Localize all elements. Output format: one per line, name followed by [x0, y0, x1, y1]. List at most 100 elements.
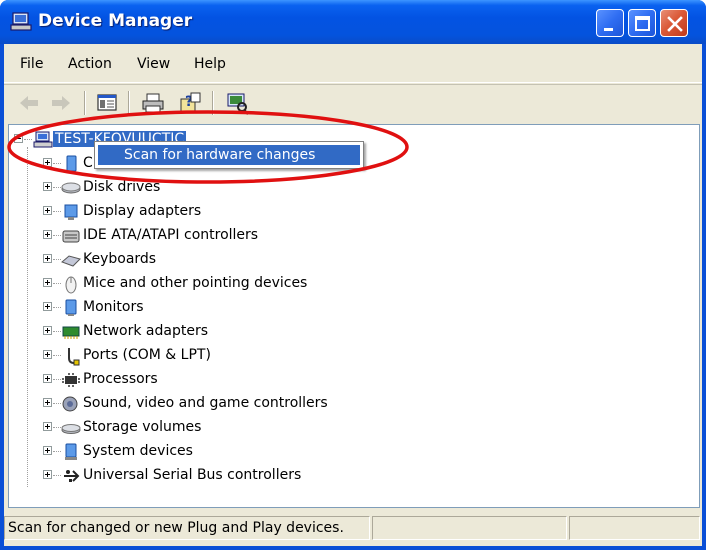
- menu-file[interactable]: File: [20, 56, 43, 72]
- tree-connector: [53, 307, 61, 309]
- expand-toggle[interactable]: [43, 206, 52, 215]
- tree-node-label: Network adapters: [83, 323, 208, 339]
- expand-toggle[interactable]: [43, 182, 52, 191]
- menu-view[interactable]: View: [137, 56, 170, 72]
- expand-toggle[interactable]: [43, 302, 52, 311]
- tree-connector: [53, 235, 61, 237]
- tree-node-label: Keyboards: [83, 251, 157, 267]
- toolbar-separator: [128, 91, 130, 115]
- expand-toggle[interactable]: [43, 326, 52, 335]
- tree-node-label: Universal Serial Bus controllers: [83, 467, 302, 483]
- title-bar[interactable]: Device Manager: [0, 0, 706, 44]
- toolbar: ?: [4, 84, 702, 121]
- tree-connector: [53, 187, 61, 189]
- system-device-icon: [65, 443, 77, 460]
- ide-controller-icon: [62, 230, 80, 243]
- keyboard-icon: [61, 255, 81, 267]
- close-icon: [667, 16, 683, 32]
- window-client-area: File Action View Help ? TEST-KFQVUUCTIC …: [4, 44, 702, 546]
- tree-connector: [53, 211, 61, 213]
- expand-toggle[interactable]: [43, 158, 52, 167]
- tree-connector: [53, 283, 61, 285]
- tree-connector: [53, 163, 61, 165]
- device-manager-window: Device Manager File Action View Help ? T…: [0, 0, 706, 550]
- forward-arrow-icon[interactable]: [48, 91, 74, 115]
- tree-node[interactable]: Sound, video and game controllers: [33, 393, 393, 415]
- port-icon: [68, 348, 80, 366]
- tree-node-label: Display adapters: [83, 203, 202, 219]
- menu-bar: File Action View Help: [4, 44, 702, 83]
- window-title: Device Manager: [38, 11, 193, 31]
- tree-node[interactable]: Monitors: [33, 297, 393, 319]
- expand-toggle[interactable]: [43, 374, 52, 383]
- close-button[interactable]: [660, 9, 688, 37]
- menu-help[interactable]: Help: [194, 56, 226, 72]
- computer-category-icon: [66, 155, 77, 172]
- display-adapter-icon: [64, 204, 78, 220]
- tree-connector: [53, 403, 61, 405]
- expand-toggle[interactable]: [43, 422, 52, 431]
- collapse-toggle[interactable]: [14, 134, 23, 143]
- tree-node[interactable]: Universal Serial Bus controllers: [33, 465, 393, 487]
- tree-connector: [53, 259, 61, 261]
- menu-action[interactable]: Action: [68, 56, 112, 72]
- status-bar: Scan for changed or new Plug and Play de…: [4, 512, 702, 542]
- tree-node[interactable]: System devices: [33, 441, 393, 463]
- tree-node[interactable]: Display adapters: [33, 201, 393, 223]
- status-text: Scan for changed or new Plug and Play de…: [4, 516, 370, 540]
- tree-node-label: System devices: [83, 443, 193, 459]
- disk-drive-icon: [61, 182, 81, 194]
- tree-node-label: C: [83, 155, 93, 171]
- tree-node-label: Ports (COM & LPT): [83, 347, 211, 363]
- sound-icon: [62, 396, 78, 412]
- tree-node[interactable]: IDE ATA/ATAPI controllers: [33, 225, 393, 247]
- expand-toggle[interactable]: [43, 446, 52, 455]
- processor-icon: [62, 373, 80, 387]
- tree-connector: [53, 427, 61, 429]
- tree-node[interactable]: Ports (COM & LPT): [33, 345, 393, 367]
- context-menu: Scan for hardware changes: [94, 141, 364, 169]
- tree-node-label: Disk drives: [83, 179, 161, 195]
- network-adapter-icon: [62, 326, 80, 339]
- back-arrow-icon[interactable]: [16, 91, 42, 115]
- status-pane-empty: [372, 516, 567, 540]
- tree-node-label: Storage volumes: [83, 419, 202, 435]
- expand-toggle[interactable]: [43, 350, 52, 359]
- maximize-button[interactable]: [628, 9, 656, 37]
- scan-hardware-icon[interactable]: [224, 91, 250, 115]
- tree-connector: [53, 331, 61, 333]
- monitor-icon: [65, 299, 77, 316]
- maximize-icon: [635, 16, 650, 31]
- tree-node[interactable]: Keyboards: [33, 249, 393, 271]
- scan-for-hardware-changes-menu-item[interactable]: Scan for hardware changes: [98, 145, 360, 165]
- tree-node[interactable]: Processors: [33, 369, 393, 391]
- print-icon[interactable]: [140, 91, 166, 115]
- help-icon[interactable]: ?: [176, 91, 202, 115]
- toolbar-separator: [212, 91, 214, 115]
- minimize-icon: [604, 28, 613, 31]
- tree-node-label: Processors: [83, 371, 158, 387]
- mouse-icon: [65, 276, 77, 294]
- expand-toggle[interactable]: [43, 470, 52, 479]
- usb-icon: [64, 470, 80, 482]
- tree-connector: [53, 355, 61, 357]
- tree-node[interactable]: Mice and other pointing devices: [33, 273, 393, 295]
- computer-icon: [33, 131, 53, 148]
- tree-node[interactable]: Network adapters: [33, 321, 393, 343]
- tree-connector: [53, 379, 61, 381]
- expand-toggle[interactable]: [43, 230, 52, 239]
- tree-node-label: Mice and other pointing devices: [83, 275, 308, 291]
- show-hide-console-tree-icon[interactable]: [94, 91, 120, 115]
- device-tree[interactable]: TEST-KFQVUUCTIC C Disk drives Display adap…: [8, 124, 700, 508]
- expand-toggle[interactable]: [43, 398, 52, 407]
- expand-toggle[interactable]: [43, 278, 52, 287]
- minimize-button[interactable]: [596, 9, 624, 37]
- tree-connector: [53, 451, 61, 453]
- tree-node-label: Monitors: [83, 299, 144, 315]
- expand-toggle[interactable]: [43, 254, 52, 263]
- tree-connector: [27, 147, 29, 487]
- tree-node[interactable]: Storage volumes: [33, 417, 393, 439]
- tree-node[interactable]: Disk drives: [33, 177, 393, 199]
- storage-volume-icon: [61, 424, 81, 434]
- tree-connector: [24, 139, 32, 141]
